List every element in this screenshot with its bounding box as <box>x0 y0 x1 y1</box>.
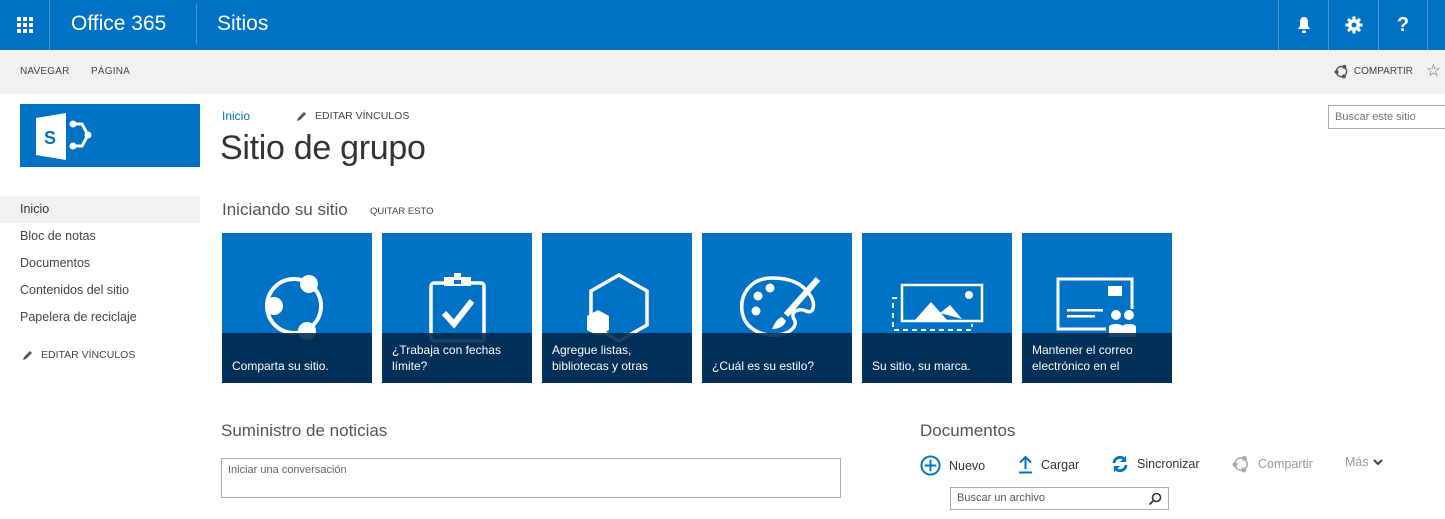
share-icon <box>1232 455 1248 473</box>
upload-button[interactable]: Cargar <box>1018 455 1079 474</box>
file-search-input[interactable]: Buscar un archivo <box>950 487 1169 510</box>
tile-caption: ¿Trabaja con fechas límite? <box>382 333 532 383</box>
tile-label: Su sitio, su marca. <box>872 359 971 373</box>
more-label: Más <box>1345 455 1369 469</box>
tile-caption: Agregue listas, bibliotecas y otras <box>542 333 692 383</box>
file-search-placeholder: Buscar un archivo <box>957 492 1046 504</box>
search-icon[interactable] <box>1148 492 1162 506</box>
breadcrumb-inicio[interactable]: Inicio <box>222 109 250 123</box>
quick-launch: Inicio Bloc de notas Documentos Contenid… <box>0 196 200 331</box>
settings-button[interactable] <box>1328 0 1378 50</box>
suite-bar: Office 365 Sitios ? <box>0 0 1445 50</box>
tile-label: ¿Cuál es su estilo? <box>712 359 815 373</box>
tile-label: Agregue listas, bibliotecas y otras <box>552 343 649 373</box>
nav-edit-links-button[interactable]: EDITAR VÍNCULOS <box>22 349 135 361</box>
newsfeed-title: Suministro de noticias <box>221 421 388 440</box>
nav-item-contenidos[interactable]: Contenidos del sitio <box>0 277 200 304</box>
tile-caption: Mantener el correo electrónico en el <box>1022 333 1172 383</box>
tile-deadlines[interactable]: ¿Trabaja con fechas límite? <box>382 233 532 383</box>
pencil-icon <box>23 350 32 360</box>
sync-label: Sincronizar <box>1137 457 1200 471</box>
top-edit-links-button[interactable]: EDITAR VÍNCULOS <box>296 110 409 122</box>
tab-navegar[interactable]: NAVEGAR <box>20 66 70 77</box>
suite-divider <box>196 4 197 44</box>
getting-started-title: Iniciando su sitio <box>222 200 348 219</box>
nav-item-inicio[interactable]: Inicio <box>0 196 200 223</box>
share-site-button[interactable]: COMPARTIR <box>1334 64 1413 79</box>
new-document-button[interactable]: Nuevo <box>920 455 985 476</box>
sharepoint-logo-icon: S <box>36 113 92 160</box>
tile-caption: Comparta su sitio. <box>222 333 372 383</box>
upload-icon <box>1019 455 1032 474</box>
remove-getting-started-button[interactable]: QUITAR ESTO <box>370 206 434 217</box>
nav-edit-links-label: EDITAR VÍNCULOS <box>41 349 136 361</box>
svg-text:S: S <box>44 128 56 148</box>
help-icon: ? <box>1396 13 1410 36</box>
nav-item-bloc-de-notas[interactable]: Bloc de notas <box>0 223 200 250</box>
tile-label: Comparta su sitio. <box>232 359 329 373</box>
tile-caption: ¿Cuál es su estilo? <box>702 333 852 383</box>
notifications-button[interactable] <box>1278 0 1328 50</box>
site-logo[interactable]: S <box>20 104 200 167</box>
help-button[interactable]: ? <box>1378 0 1428 50</box>
app-name[interactable]: Sitios <box>217 12 268 36</box>
tile-style[interactable]: ¿Cuál es su estilo? <box>702 233 852 383</box>
tile-label: Mantener el correo electrónico en el <box>1032 343 1133 373</box>
share-document-button[interactable]: Compartir <box>1232 455 1313 473</box>
share-label: Compartir <box>1258 457 1313 471</box>
chevron-down-icon <box>1372 459 1383 466</box>
tile-share-site[interactable]: Comparta su sitio. <box>222 233 372 383</box>
tile-caption: Su sitio, su marca. <box>862 333 1012 383</box>
top-edit-links-label: EDITAR VÍNCULOS <box>315 110 410 122</box>
pencil-icon <box>297 111 306 121</box>
plus-circle-icon <box>920 455 941 476</box>
documents-title: Documentos <box>920 421 1016 440</box>
share-label: COMPARTIR <box>1353 66 1413 77</box>
start-conversation-input[interactable]: Iniciar una conversación <box>221 458 841 498</box>
tile-mailbox[interactable]: Mantener el correo electrónico en el <box>1022 233 1172 383</box>
ribbon: NAVEGAR PÁGINA COMPARTIR ☆ <box>0 50 1445 94</box>
office365-brand[interactable]: Office 365 <box>71 12 166 36</box>
follow-star-icon[interactable]: ☆ <box>1426 61 1441 81</box>
tile-brand[interactable]: Su sitio, su marca. <box>862 233 1012 383</box>
sync-button[interactable]: Sincronizar <box>1111 455 1200 473</box>
new-label: Nuevo <box>949 458 986 473</box>
nav-item-papelera[interactable]: Papelera de reciclaje <box>0 304 200 331</box>
share-icon <box>1334 64 1348 79</box>
sync-icon <box>1112 455 1128 473</box>
gear-icon <box>1345 16 1362 34</box>
app-launcher-button[interactable] <box>0 0 50 50</box>
nav-item-documentos[interactable]: Documentos <box>0 250 200 277</box>
tile-label: ¿Trabaja con fechas límite? <box>392 343 501 373</box>
search-site-input[interactable] <box>1328 105 1445 129</box>
tab-pagina[interactable]: PÁGINA <box>91 66 130 77</box>
bell-icon <box>1297 17 1310 33</box>
tile-add-lists[interactable]: Agregue listas, bibliotecas y otras <box>542 233 692 383</box>
app-launcher-icon <box>16 17 33 33</box>
page-title: Sitio de grupo <box>220 129 426 167</box>
more-button[interactable]: Más <box>1345 455 1383 469</box>
upload-label: Cargar <box>1041 457 1080 472</box>
